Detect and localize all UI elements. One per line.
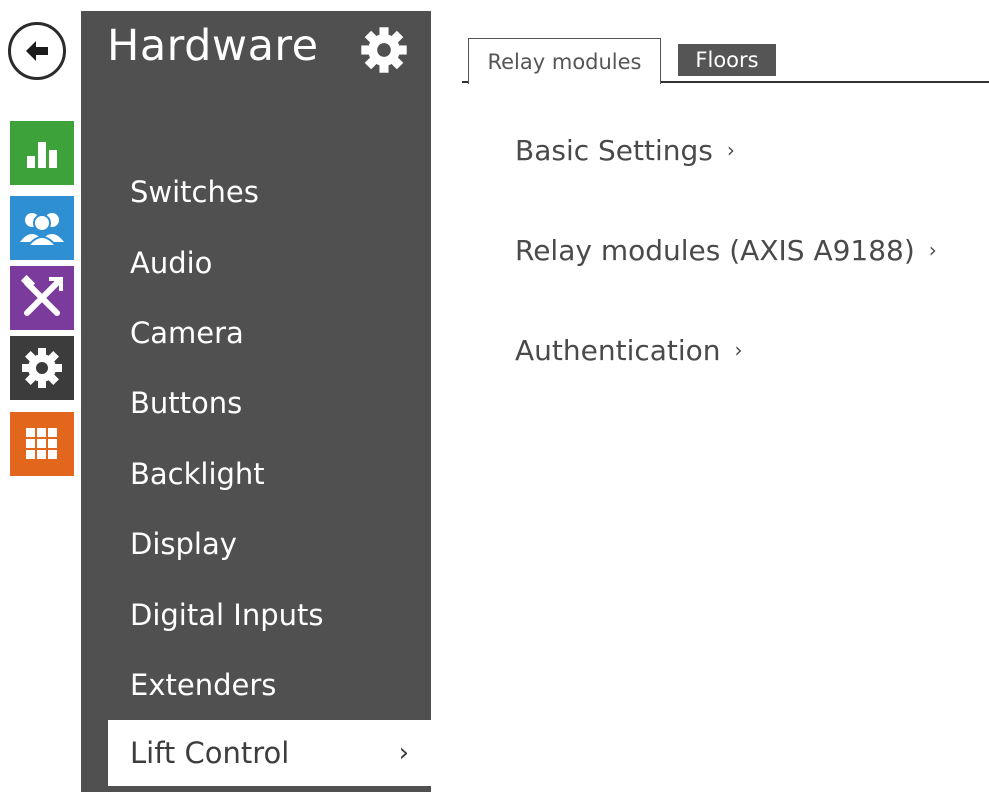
hardware-sidebar: Hardware Switches Audio Camera Buttons B… (81, 11, 431, 792)
gear-icon[interactable] (359, 25, 409, 75)
hardware-tile[interactable] (10, 336, 74, 400)
sidebar-item-label: Digital Inputs (130, 598, 324, 632)
chevron-right-icon: › (398, 738, 409, 768)
sidebar-item-switches[interactable]: Switches (81, 160, 431, 224)
sidebar-item-extenders[interactable]: Extenders (81, 653, 431, 717)
chevron-right-icon: › (726, 138, 735, 162)
sidebar-item-label: Display (130, 527, 237, 561)
section-basic-settings[interactable]: Basic Settings › (515, 134, 735, 167)
sidebar-item-camera[interactable]: Camera (81, 301, 431, 365)
sidebar-item-label: Switches (130, 175, 259, 209)
users-icon (20, 213, 64, 247)
bar-chart-icon (27, 142, 57, 168)
services-tile[interactable] (10, 266, 74, 330)
sidebar-item-label: Audio (130, 246, 213, 280)
app-rail (0, 0, 80, 792)
sidebar-item-digital-inputs[interactable]: Digital Inputs (81, 583, 431, 647)
back-button[interactable] (8, 22, 66, 80)
sidebar-item-label: Extenders (130, 668, 277, 702)
tab-relay-modules[interactable]: Relay modules (468, 38, 661, 84)
tab-floors[interactable]: Floors (678, 44, 776, 76)
chevron-right-icon: › (734, 338, 743, 362)
sidebar-item-audio[interactable]: Audio (81, 231, 431, 295)
section-label: Relay modules (AXIS A9188) (515, 234, 915, 267)
section-label: Basic Settings (515, 134, 713, 167)
sidebar-item-display[interactable]: Display (81, 512, 431, 576)
section-authentication[interactable]: Authentication › (515, 334, 743, 367)
sidebar-item-buttons[interactable]: Buttons (81, 371, 431, 435)
section-label: Authentication (515, 334, 721, 367)
back-arrow-icon (26, 41, 48, 61)
sidebar-item-label: Buttons (130, 386, 243, 420)
sidebar-item-label: Camera (130, 316, 244, 350)
tools-icon (20, 275, 63, 316)
sidebar-title: Hardware (107, 21, 319, 71)
chevron-right-icon: › (928, 238, 937, 262)
gear-icon (22, 348, 62, 388)
sidebar-item-lift-control[interactable]: Lift Control › (108, 720, 431, 786)
sidebar-item-label: Backlight (130, 457, 265, 491)
system-tile[interactable] (10, 412, 74, 476)
directory-tile[interactable] (10, 196, 74, 260)
grid-icon (26, 428, 57, 459)
section-relay-modules[interactable]: Relay modules (AXIS A9188) › (515, 234, 937, 267)
status-tile[interactable] (10, 121, 74, 185)
sidebar-item-backlight[interactable]: Backlight (81, 442, 431, 506)
sidebar-item-label: Lift Control (130, 736, 290, 770)
